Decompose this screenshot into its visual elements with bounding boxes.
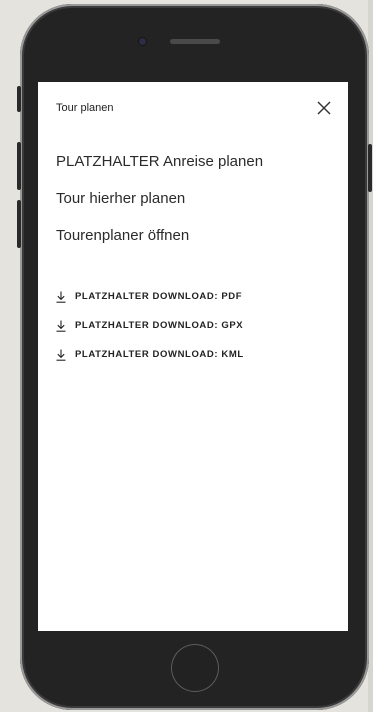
download-pdf-label: PLATZHALTER DOWNLOAD: PDF [75,291,243,302]
link-tour-hierher-planen[interactable]: Tour hierher planen [56,190,263,227]
link-anreise-planen[interactable]: PLATZHALTER Anreise planen [56,153,263,190]
download-kml-link[interactable]: PLATZHALTER DOWNLOAD: KML [56,340,244,369]
phone-mute-switch [17,86,21,112]
download-gpx-link[interactable]: PLATZHALTER DOWNLOAD: GPX [56,311,244,340]
download-kml-label: PLATZHALTER DOWNLOAD: KML [75,349,244,360]
download-icon [56,349,66,361]
download-gpx-label: PLATZHALTER DOWNLOAD: GPX [75,320,244,331]
phone-home-button[interactable] [172,645,218,691]
close-icon [317,101,331,115]
download-list: PLATZHALTER DOWNLOAD: PDF PLATZHALTER DO… [56,282,244,369]
link-tourenplaner-oeffnen[interactable]: Tourenplaner öffnen [56,227,263,264]
download-pdf-link[interactable]: PLATZHALTER DOWNLOAD: PDF [56,282,244,311]
close-button[interactable] [314,98,334,118]
phone-camera [139,38,146,45]
modal-header: Tour planen [56,101,332,122]
download-icon [56,320,66,332]
phone-power-button [368,144,372,192]
phone-volume-up-button [17,142,21,190]
planning-links: PLATZHALTER Anreise planen Tour hierher … [56,153,263,264]
phone-screen: Tour planen PLATZHALTER Anreise planen T… [38,82,348,631]
phone-volume-down-button [17,200,21,248]
download-icon [56,291,66,303]
modal-title: Tour planen [56,102,114,114]
phone-speaker [170,39,220,44]
